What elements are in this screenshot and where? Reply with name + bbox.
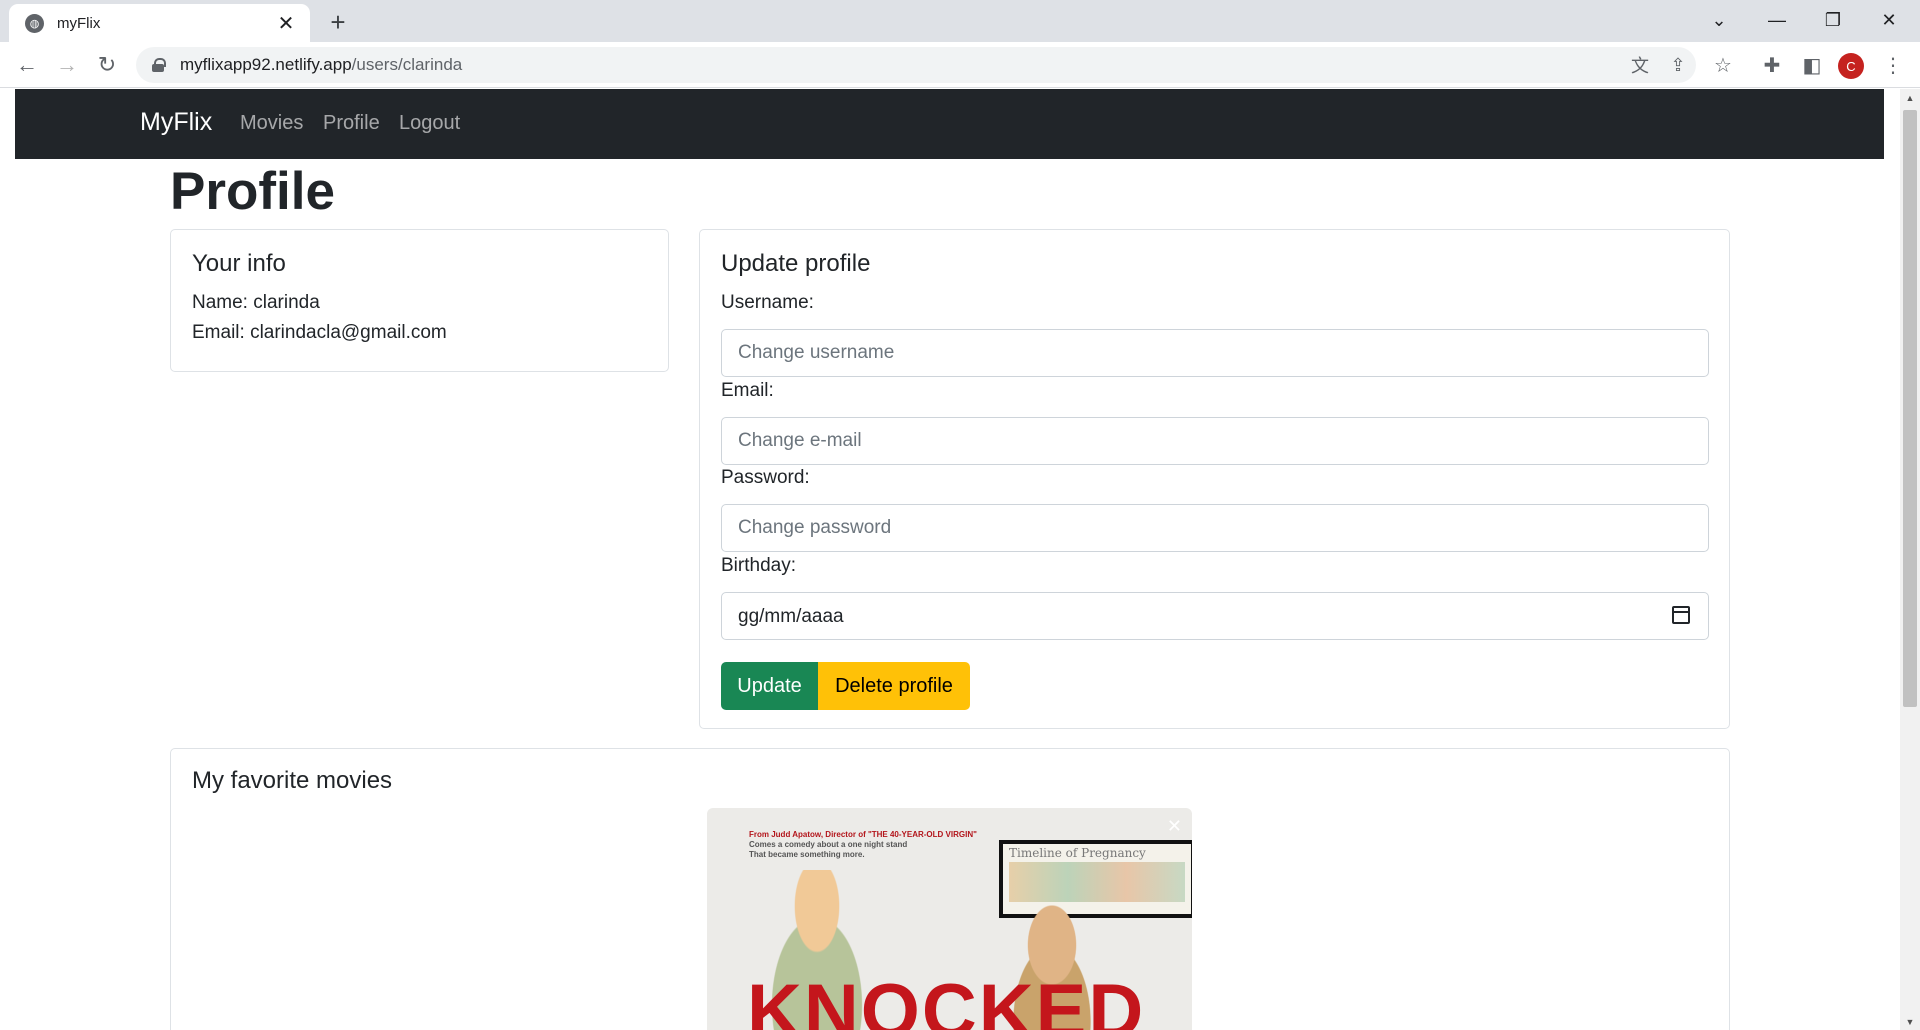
page-scrollbar[interactable]: ▲ ▼	[1900, 89, 1920, 1030]
remove-favorite-icon[interactable]: ✕	[1167, 816, 1182, 837]
password-input[interactable]	[721, 504, 1709, 552]
address-bar[interactable]: myflixapp92.netlify.app/users/clarinda 文…	[136, 47, 1696, 83]
your-info-title: Your info	[192, 250, 286, 277]
minimize-icon[interactable]: —	[1750, 0, 1804, 40]
birthday-label: Birthday:	[721, 555, 796, 576]
menu-kebab-icon[interactable]: ⋮	[1876, 48, 1910, 82]
tab-search-icon[interactable]: ⌄	[1692, 0, 1746, 40]
tab-title: myFlix	[57, 14, 101, 32]
password-label: Password:	[721, 467, 810, 488]
poster-title: KNOCKED	[747, 969, 1146, 1030]
forward-icon[interactable]: →	[50, 48, 84, 82]
update-profile-title: Update profile	[721, 250, 871, 277]
email-input[interactable]	[721, 417, 1709, 465]
info-email: Email: clarindacla@gmail.com	[192, 322, 447, 343]
birthday-date-input[interactable]: gg/mm/aaaa	[721, 592, 1709, 640]
favorite-movies-title: My favorite movies	[192, 767, 393, 794]
extensions-icon[interactable]: ✚	[1755, 48, 1789, 82]
reload-icon[interactable]: ↻	[90, 48, 124, 82]
nav-link-movies[interactable]: Movies	[240, 112, 303, 135]
username-label: Username:	[721, 292, 814, 313]
globe-icon: ◍	[25, 13, 44, 33]
poster-tagline-3: That became something more.	[749, 850, 865, 859]
delete-profile-button[interactable]: Delete profile	[818, 662, 970, 710]
poster-board-title: Timeline of Pregnancy	[1009, 846, 1146, 860]
scroll-up-icon[interactable]: ▲	[1900, 89, 1920, 106]
poster-tagline-2: Comes a comedy about a one night stand	[749, 840, 908, 849]
poster-tagline-1: From Judd Apatow, Director of "THE 40-YE…	[749, 830, 977, 839]
navbar-brand[interactable]: MyFlix	[140, 108, 212, 137]
movie-poster[interactable]: From Judd Apatow, Director of "THE 40-YE…	[707, 808, 1192, 1030]
site-navbar: MyFlix Movies Profile Logout	[15, 89, 1884, 159]
close-tab-icon[interactable]: ✕	[276, 11, 296, 36]
username-input[interactable]	[721, 329, 1709, 377]
email-label: Email:	[721, 380, 774, 401]
scrollbar-thumb[interactable]	[1903, 110, 1917, 707]
new-tab-icon[interactable]: +	[322, 6, 354, 38]
info-name: Name: clarinda	[192, 292, 320, 313]
poster-tagline: From Judd Apatow, Director of "THE 40-YE…	[749, 830, 977, 860]
profile-avatar[interactable]: C	[1838, 53, 1864, 79]
birthday-value: gg/mm/aaaa	[738, 606, 844, 627]
browser-tab[interactable]: ◍ myFlix ✕	[9, 4, 310, 42]
url-host: myflixapp92.netlify.app	[180, 55, 352, 74]
url-text: myflixapp92.netlify.app/users/clarinda	[180, 55, 462, 75]
side-panel-icon[interactable]: ◧	[1795, 48, 1829, 82]
your-info-card: Your info Name: clarinda Email: clarinda…	[170, 229, 669, 372]
page-title: Profile	[170, 162, 335, 221]
update-profile-card: Update profile Username: Email: Password…	[699, 229, 1730, 729]
share-icon[interactable]: ⇪	[1664, 51, 1692, 79]
close-window-icon[interactable]: ✕	[1862, 0, 1916, 40]
page-viewport: MyFlix Movies Profile Logout Profile You…	[0, 89, 1920, 1030]
update-button[interactable]: Update	[721, 662, 818, 710]
url-path: /users/clarinda	[351, 55, 463, 74]
nav-link-logout[interactable]: Logout	[399, 112, 460, 135]
browser-tabstrip: ◍ myFlix ✕ + ⌄ — ❐ ✕	[0, 0, 1920, 42]
restore-icon[interactable]: ❐	[1806, 0, 1860, 40]
calendar-icon[interactable]	[1672, 606, 1690, 624]
back-icon[interactable]: ←	[10, 48, 44, 82]
bookmark-star-icon[interactable]: ☆	[1706, 48, 1740, 82]
scroll-down-icon[interactable]: ▼	[1900, 1013, 1920, 1030]
nav-link-profile[interactable]: Profile	[323, 112, 380, 135]
lock-icon[interactable]	[152, 58, 166, 72]
browser-toolbar: ← → ↻ myflixapp92.netlify.app/users/clar…	[0, 42, 1920, 88]
translate-icon[interactable]: 文	[1626, 51, 1654, 79]
poster-board-illustration	[1009, 862, 1185, 902]
